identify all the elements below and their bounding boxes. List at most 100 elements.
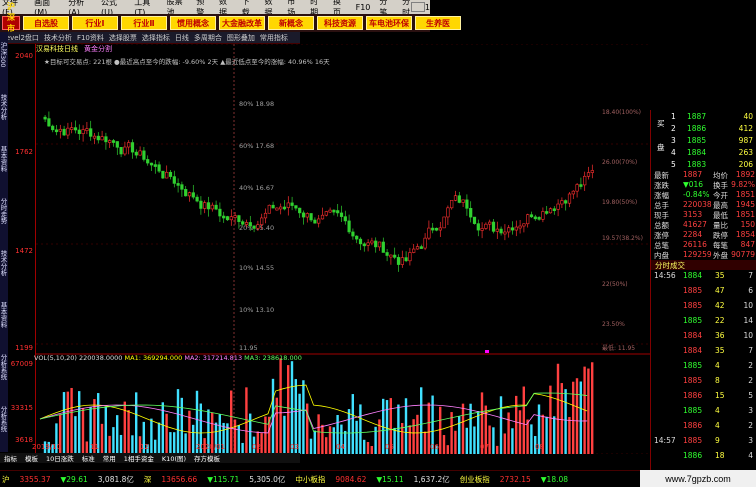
quick-button[interactable]: 惯用概念 — [170, 16, 216, 30]
quote-value2: 1851 — [735, 190, 755, 199]
quick-button[interactable]: 生养医 — [415, 16, 461, 30]
quick-button[interactable]: 车电池环保 — [366, 16, 412, 30]
y-axis-label: 67009 — [10, 360, 33, 368]
candle-body — [488, 221, 492, 225]
candle-body — [472, 216, 477, 224]
side-tab[interactable]: 基本资料 — [0, 146, 8, 172]
menu-item[interactable]: F10 — [356, 3, 371, 12]
indicator-tab[interactable]: 1相手资金 — [124, 453, 154, 463]
candle-body — [244, 222, 249, 225]
candle-body — [351, 231, 355, 237]
ticker-item: 5,305.0亿 — [249, 474, 286, 484]
indicator-tab[interactable]: 指标 — [4, 453, 17, 463]
side-tab[interactable]: 沪深300 — [0, 42, 8, 67]
candle-body — [161, 170, 165, 179]
candle-body — [70, 127, 74, 130]
quick-button[interactable]: 科技资源 — [317, 16, 363, 30]
level-number: 1 — [671, 112, 676, 121]
tick-qty: 15 — [715, 391, 725, 400]
date-label: 02 — [252, 443, 261, 451]
quote-value: 41627 — [683, 220, 707, 229]
quick-button[interactable]: 大金融改革 — [219, 16, 265, 30]
quote-value: -0.84% — [683, 190, 710, 199]
tick-time: 14:57 — [654, 436, 676, 445]
quick-button[interactable]: 行业Ⅱ — [121, 16, 167, 30]
candle-body — [583, 175, 587, 186]
candle-body — [343, 216, 347, 222]
toolbar-item[interactable]: 常用指标 — [260, 33, 288, 43]
candle-body — [203, 202, 207, 209]
vol-ma3: MA3: 238618.000 — [244, 354, 302, 362]
candle-body — [130, 142, 135, 153]
side-tab[interactable]: 分析系统 — [0, 354, 8, 380]
candle-body — [548, 208, 553, 214]
tick-qty: 35 — [715, 271, 725, 280]
candle-body — [552, 208, 556, 212]
candle-body — [377, 241, 382, 248]
toolbar-item[interactable]: F10资料 — [77, 33, 104, 43]
toolbar-item[interactable]: 日线 — [175, 33, 189, 43]
chart-toolbar: Level2盘口 技术分析 F10资料 选择股票 选择指标 日线 多周期合 图形叠加 常用指标 — [0, 32, 300, 44]
indicator-tab[interactable]: 模板 — [25, 453, 38, 463]
quick-button[interactable]: 自选股 — [23, 16, 69, 30]
quote-row: 涨跌 ▼016 换手 9.82% — [651, 180, 756, 190]
candle-body — [282, 206, 287, 210]
candle-body — [119, 147, 123, 155]
candle-body — [108, 140, 112, 143]
candle-body — [298, 207, 302, 214]
toolbar-item[interactable]: 技术分析 — [44, 33, 72, 43]
candle-body — [271, 204, 275, 209]
quote-panel: 买盘 1 1887 40 2 1886 412 3 1885 987 4 1884 263 5 1883 20… — [650, 110, 756, 470]
toolbar-item[interactable]: 选择股票 — [109, 33, 137, 43]
indicator-tab[interactable]: 存方模板 — [194, 453, 220, 463]
side-tab[interactable]: 技术分析 — [0, 94, 8, 120]
quote-value: ▼016 — [683, 180, 704, 189]
side-tab[interactable]: 分析系统 — [0, 406, 8, 432]
y-axis-label: 1762 — [15, 148, 33, 156]
menu-item[interactable]: 1 — [425, 3, 430, 12]
tick-price: 1884 — [683, 346, 703, 355]
side-tab[interactable]: 基本资料 — [0, 302, 8, 328]
volume-bar — [587, 368, 590, 454]
order-book-row: 4 1884 263 — [651, 148, 756, 158]
candle-body — [138, 150, 142, 156]
indicator-tab[interactable]: 标准 — [82, 453, 95, 463]
candle-body — [62, 128, 66, 136]
candle-body — [275, 207, 279, 211]
fib-label: 80% 18.98 — [239, 100, 274, 108]
candle-body — [476, 223, 480, 231]
quick-button[interactable]: 行业Ⅰ — [72, 16, 118, 30]
window-control-button[interactable] — [411, 2, 425, 12]
quick-button[interactable]: 新概念 — [268, 16, 314, 30]
candle-body — [111, 140, 116, 143]
side-tab[interactable]: 技术分析 — [0, 250, 8, 276]
candle-body — [146, 159, 150, 164]
candle-body — [51, 125, 55, 131]
ticker-item: 创业板指 — [459, 474, 490, 484]
toolbar-item[interactable]: 选择指标 — [142, 33, 170, 43]
candle-body — [313, 219, 317, 224]
level-number: 2 — [671, 124, 676, 133]
market-button[interactable]: 沪深市场 — [2, 2, 20, 44]
tick-qty: 18 — [715, 451, 725, 460]
volume-ma-line — [39, 392, 588, 434]
quick-button-row: 沪深市场 自选股行业Ⅰ行业Ⅱ惯用概念大金融改革新概念科技资源车电池环保生养医 — [0, 2, 461, 44]
indicator-tab[interactable]: 10日涨跌 — [46, 453, 74, 463]
candle-body — [514, 226, 518, 231]
toolbar-item[interactable]: 多周期合 — [194, 33, 222, 43]
kline-chart[interactable]: 80% 18.9860% 17.6840% 16.6720% 15.4010% … — [36, 44, 650, 454]
candle-body — [77, 129, 81, 134]
candle-body — [225, 216, 230, 221]
indicator-tab[interactable]: K10(图) — [162, 453, 186, 463]
quote-row: 内盘 129259 外盘 90779 — [651, 250, 756, 260]
candle-body — [370, 240, 374, 244]
candle-body — [58, 128, 62, 132]
side-tab[interactable]: 分时走势 — [0, 198, 8, 224]
indicator-tab[interactable]: 常用 — [103, 453, 116, 463]
ticks-header[interactable]: 分时成交 — [651, 260, 756, 270]
tick-price: 1886 — [683, 421, 703, 430]
candle-body — [586, 172, 591, 177]
tick-count: 3 — [748, 436, 753, 445]
quote-value: 26116 — [683, 240, 707, 249]
toolbar-item[interactable]: 图形叠加 — [227, 33, 255, 43]
